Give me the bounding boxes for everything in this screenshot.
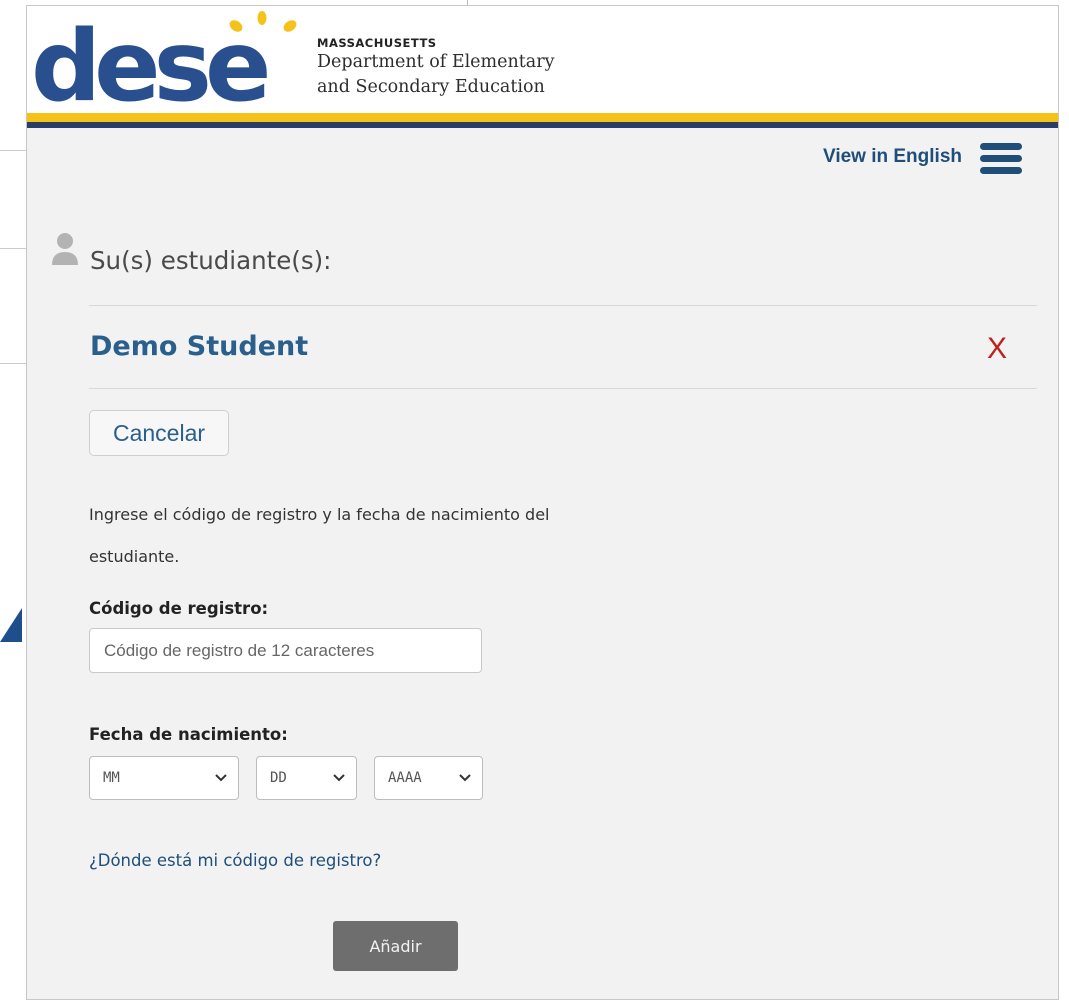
- divider: [89, 305, 1037, 306]
- birth-month-value: MM: [103, 770, 120, 786]
- divider: [89, 388, 1037, 389]
- instructions-text: Ingrese el código de registro y la fecha…: [89, 505, 550, 566]
- agency-line-1: Department of Elementary: [317, 52, 555, 72]
- birth-year-value: AAAA: [388, 770, 422, 786]
- view-in-english-link[interactable]: View in English: [823, 146, 962, 168]
- registration-code-input[interactable]: [89, 628, 482, 673]
- birth-day-select[interactable]: DD: [256, 756, 357, 800]
- birth-year-select[interactable]: AAAA: [374, 756, 483, 800]
- add-button[interactable]: Añadir: [333, 921, 458, 971]
- background-divider: [0, 248, 28, 249]
- header-gold-stripe: [27, 113, 1058, 122]
- background-arrow-shape: [0, 608, 22, 642]
- chevron-down-icon: [215, 774, 227, 782]
- registration-code-label: Código de registro:: [89, 599, 269, 618]
- logo-wordmark: dese: [31, 10, 267, 108]
- birth-date-label: Fecha de nacimiento:: [89, 725, 288, 744]
- registration-panel: dese MASSACHUSETTS Department of Element…: [26, 5, 1059, 1000]
- where-is-my-code-link[interactable]: ¿Dónde está mi código de registro?: [89, 851, 381, 870]
- remove-student-button[interactable]: X: [987, 332, 1007, 366]
- chevron-down-icon: [333, 774, 345, 782]
- header-navy-stripe: [27, 122, 1058, 128]
- agency-line-2: and Secondary Education: [317, 77, 545, 97]
- cancel-button[interactable]: Cancelar: [89, 410, 229, 456]
- site-header: dese MASSACHUSETTS Department of Element…: [27, 6, 1058, 114]
- birth-day-value: DD: [270, 770, 287, 786]
- birth-month-select[interactable]: MM: [89, 756, 239, 800]
- background-divider: [0, 363, 28, 364]
- students-heading: Su(s) estudiante(s):: [90, 246, 332, 275]
- agency-name: MASSACHUSETTS Department of Elementary a…: [317, 36, 554, 100]
- dese-logo: dese: [31, 10, 297, 108]
- student-name: Demo Student: [90, 331, 309, 362]
- agency-state: MASSACHUSETTS: [317, 36, 437, 50]
- hamburger-menu-icon[interactable]: [980, 143, 1022, 175]
- background-divider: [0, 150, 28, 151]
- person-icon: [52, 233, 78, 265]
- chevron-down-icon: [459, 774, 471, 782]
